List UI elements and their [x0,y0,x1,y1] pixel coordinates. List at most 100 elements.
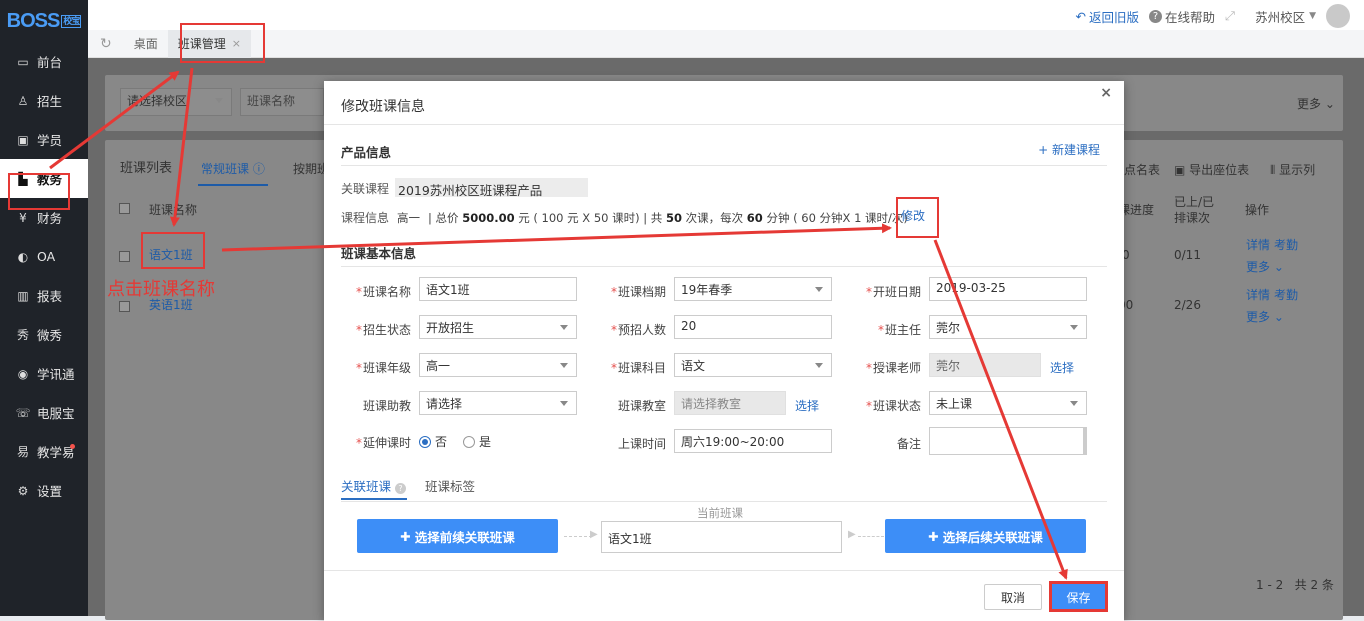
yen-icon: ¥ [19,210,27,225]
question-icon: ? [395,483,406,494]
highlight-modify [896,197,939,238]
radio-unchecked-icon [463,435,475,448]
campus-select[interactable]: 请选择校区 [120,88,232,116]
tab-linked-class[interactable]: 关联班课 ? [341,476,406,495]
extend-yes-radio[interactable]: 是 [463,433,491,450]
sidebar-item-label: 招生 [37,94,63,109]
sidebar-item-1[interactable]: ♙ 招生 [0,81,88,120]
attendance-link[interactable]: 考勤 [1274,236,1298,253]
back-old-version-button[interactable]: ↶ 返回旧版 [1076,7,1140,26]
basic-section-title: 班课基本信息 [341,246,417,261]
more-ops-link[interactable]: 更多 ⌄ [1246,258,1284,275]
sidebar-item-0[interactable]: ▭ 前台 [0,42,88,81]
avatar[interactable] [1326,4,1350,28]
toggle-icon: ◐ [17,249,29,264]
linked-course-value: 2019苏州校区班课程产品 [395,178,588,198]
choose-classroom-link[interactable]: 选择 [795,397,819,414]
subject-select[interactable]: 语文 [674,353,832,377]
remark-label: 备注 [896,437,921,451]
choose-teacher-link[interactable]: 选择 [1050,359,1074,376]
current-class-label: 当前班课 [697,506,743,520]
highlight-class-name [141,232,205,269]
assistant-select[interactable]: 请选择 [419,391,577,415]
expected-input[interactable]: 20 [674,315,832,339]
sidebar-item-10[interactable]: 易教学易 [0,432,88,471]
start-date-input[interactable]: 2019-03-25 [929,277,1087,301]
select-prev-class-button[interactable]: ✚ 选择前续关联班课 [357,519,558,553]
row-checkbox[interactable] [119,251,130,262]
cancel-button[interactable]: 取消 [984,584,1042,610]
sidebar-item-2[interactable]: ▣ 学员 [0,120,88,159]
teacher-input: 莞尔 [929,353,1041,377]
term-label: *班课档期 [610,285,666,299]
head-teacher-select[interactable]: 莞尔 [929,315,1087,339]
new-course-link[interactable]: + 新建课程 [1038,141,1100,158]
user-plus-icon: ♙ [17,93,29,108]
tab-underline [198,184,268,186]
subject-label: *班课科目 [610,361,666,375]
chevron-down-icon: ▼ [1309,11,1316,21]
tab-class-tags[interactable]: 班课标签 [425,476,475,495]
plus-icon: ✚ [928,528,939,544]
col-done: 已上/已排课次 [1174,195,1215,225]
topbar: ↶ 返回旧版 ? 在线帮助 ⤢ 苏州校区 ▼ [88,0,1364,30]
detail-link[interactable]: 详情 [1246,286,1270,303]
more-filter[interactable]: 更多 ⌄ [1297,95,1335,112]
arrow-right-icon: ▶ [590,529,598,540]
remark-scrollbar[interactable] [1083,428,1087,454]
select-next-class-button[interactable]: ✚ 选择后续关联班课 [885,519,1086,553]
pagination: 1 - 2 共 2 条 [1256,578,1334,592]
close-icon[interactable]: × [1100,85,1112,101]
sidebar-item-label: 微秀 [37,328,63,343]
enroll-status-select[interactable]: 开放招生 [419,315,577,339]
columns-icon: ⦀ [1270,163,1276,177]
col-ops: 操作 [1245,203,1270,217]
sidebar-item-8[interactable]: ◉ 学讯通 [0,354,88,393]
tab-desktop[interactable]: 桌面 [124,30,168,58]
detail-link[interactable]: 详情 [1246,236,1270,253]
sidebar-item-5[interactable]: ◐ OA [0,237,88,276]
show-columns-button[interactable]: ⦀ 显示列 [1270,161,1315,178]
undo-icon: ↶ [1075,8,1087,24]
status-select[interactable]: 未上课 [929,391,1087,415]
logo[interactable]: BOSS 校宝 [0,0,88,42]
attendance-link[interactable]: 考勤 [1274,286,1298,303]
product-section-title: 产品信息 [341,145,392,160]
start-date-label: *开班日期 [865,285,921,299]
sidebar-item-7[interactable]: 秀微秀 [0,315,88,354]
radio-checked-icon [419,435,431,448]
row-checkbox[interactable] [119,301,130,312]
tab-regular-class[interactable]: 常规班课 ⓘ [201,160,265,177]
campus-switch[interactable]: 苏州校区 ▼ [1255,7,1316,26]
roll-call-button[interactable]: 点名表 [1124,161,1160,178]
notification-dot [70,444,75,449]
sidebar-item-9[interactable]: ☏ 电服宝 [0,393,88,432]
sidebar-item-11[interactable]: ⚙ 设置 [0,471,88,510]
class-name-filter[interactable]: 班课名称 [240,88,324,116]
fullscreen-icon[interactable]: ⤢ [1225,8,1235,24]
sidebar-item-label: 财务 [37,211,63,226]
linked-course-label: 关联课程 [341,182,390,196]
sidebar: BOSS 校宝 ▭ 前台 ♙ 招生 ▣ 学员 ▙ 教务 ¥ 财务 ◐ OA ▥ 报表秀微秀 ◉ 学讯通 ☏ 电服宝易… [0,0,88,616]
grade-select[interactable]: 高一 [419,353,577,377]
extend-no-radio[interactable]: 否 [419,433,447,450]
term-select[interactable]: 19年春季 [674,277,832,301]
extend-label: *延伸课时 [355,436,411,450]
refresh-icon[interactable]: ↻ [88,30,124,58]
remark-textarea[interactable] [929,427,1087,455]
question-icon: ? [1149,9,1163,23]
help-button[interactable]: ? 在线帮助 [1149,7,1215,26]
sidebar-item-6[interactable]: ▥ 报表 [0,276,88,315]
more-ops-link[interactable]: 更多 ⌄ [1246,308,1284,325]
class-name-input[interactable]: 语文1班 [419,277,577,301]
class-name-label: *班课名称 [355,285,411,299]
select-all-checkbox[interactable] [119,203,130,214]
time-input[interactable]: 周六19:00~20:00 [674,429,832,453]
sidebar-item-label: OA [37,249,56,264]
highlight-tab [180,23,265,63]
sidebar-item-label: 教学易 [37,445,75,460]
export-seat-button[interactable]: ▣ 导出座位表 [1174,161,1249,178]
phone-icon: ☏ [15,405,31,420]
tab-bar: ↻ 桌面 班课管理 × [88,29,1364,58]
gear-icon: ⚙ [17,483,29,498]
